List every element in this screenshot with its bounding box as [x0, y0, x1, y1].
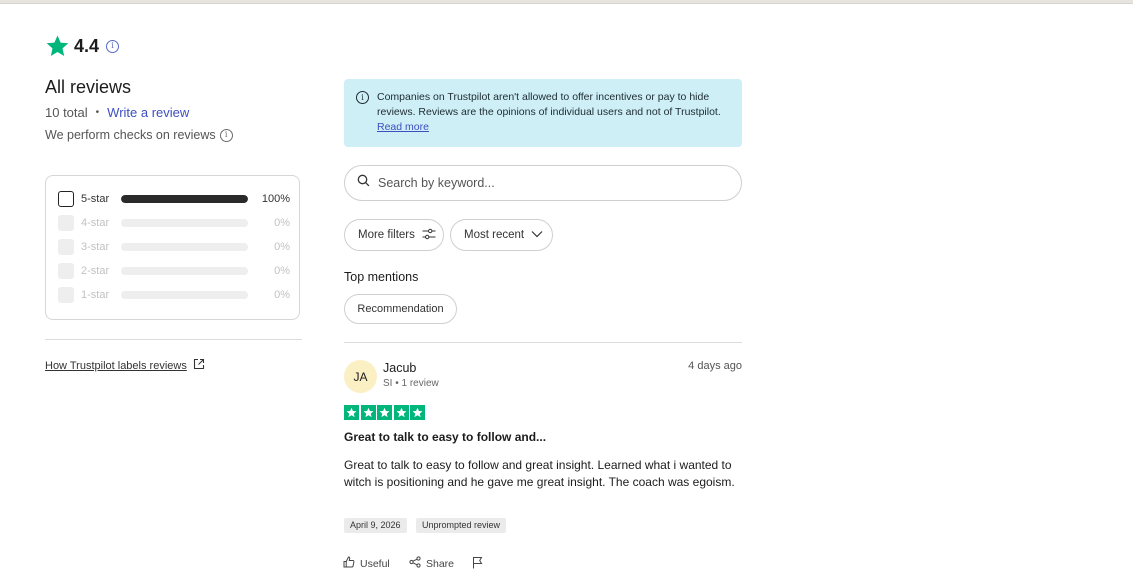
- sort-dropdown[interactable]: Most recent: [450, 219, 553, 251]
- distribution-row-1-star: 1-star 0%: [58, 286, 290, 304]
- review-title[interactable]: Great to talk to easy to follow and...: [344, 430, 546, 444]
- filter-checkbox: [58, 215, 74, 231]
- filter-checkbox: [58, 239, 74, 255]
- distribution-row-4-star: 4-star 0%: [58, 214, 290, 232]
- search-box[interactable]: [344, 165, 742, 201]
- review-body: Great to talk to easy to follow and grea…: [344, 458, 735, 489]
- distribution-bar: [121, 243, 248, 251]
- incentives-notice: i Companies on Trustpilot aren't allowed…: [344, 79, 742, 147]
- checks-info-icon[interactable]: i: [219, 128, 233, 142]
- review-date-tag: April 9, 2026: [344, 518, 407, 533]
- share-icon: [409, 556, 426, 571]
- mention-chip-recommendation[interactable]: Recommendation: [344, 294, 457, 324]
- reviewer-name[interactable]: Jacub: [383, 361, 416, 375]
- distribution-percent: 0%: [274, 265, 290, 277]
- distribution-percent: 0%: [274, 241, 290, 253]
- rating-distribution: 5-star 100% 4-star 0% 3-star 0% 2-star 0…: [45, 175, 300, 320]
- more-filters-button[interactable]: More filters: [344, 219, 444, 251]
- distribution-label: 1-star: [81, 289, 110, 301]
- labels-link-text: How Trustpilot labels reviews: [45, 359, 187, 372]
- star-icon: [45, 34, 70, 58]
- filter-sliders-icon: [415, 228, 436, 243]
- distribution-bar: [121, 195, 248, 203]
- review-relative-date: 4 days ago: [688, 360, 742, 372]
- top-mentions-title: Top mentions: [344, 270, 419, 284]
- write-review-link[interactable]: Write a review: [107, 105, 189, 120]
- distribution-bar: [121, 291, 248, 299]
- notice-text: Companies on Trustpilot aren't allowed t…: [377, 91, 721, 118]
- checks-text: We perform checks on reviews: [45, 128, 216, 142]
- distribution-percent: 100%: [261, 193, 290, 205]
- distribution-label: 5-star: [81, 193, 110, 205]
- unprompted-review-tag: Unprompted review: [416, 518, 507, 533]
- distribution-percent: 0%: [274, 217, 290, 229]
- divider: [45, 339, 302, 340]
- labels-link[interactable]: How Trustpilot labels reviews: [45, 358, 205, 373]
- notice-info-icon: i: [356, 91, 369, 104]
- star-icon: [377, 405, 392, 420]
- total-line: 10 total • Write a review: [45, 105, 189, 120]
- sort-label: Most recent: [464, 229, 525, 241]
- overall-rating: 4.4 i: [45, 34, 120, 58]
- useful-button[interactable]: Useful: [343, 556, 390, 571]
- divider: [344, 342, 742, 343]
- distribution-percent: 0%: [274, 289, 290, 301]
- distribution-label: 2-star: [81, 265, 110, 277]
- thumbs-up-icon: [343, 556, 360, 571]
- distribution-label: 3-star: [81, 241, 110, 253]
- search-input[interactable]: [376, 175, 720, 191]
- more-filters-label: More filters: [358, 229, 415, 241]
- share-label: Share: [426, 557, 455, 570]
- report-flag-button[interactable]: [472, 556, 489, 572]
- page-title: All reviews: [45, 77, 132, 97]
- flag-icon: [472, 556, 489, 572]
- filter-checkbox: [58, 263, 74, 279]
- star-icon: [344, 405, 359, 420]
- review-star-rating: [344, 405, 427, 420]
- filter-checkbox[interactable]: [58, 191, 74, 207]
- distribution-row-5-star[interactable]: 5-star 100%: [58, 190, 290, 208]
- total-count: 10 total: [45, 105, 88, 120]
- star-icon: [360, 405, 376, 420]
- external-link-icon: [187, 358, 205, 373]
- useful-label: Useful: [360, 557, 390, 570]
- chevron-down-icon: [524, 229, 543, 241]
- avatar[interactable]: JA: [344, 360, 377, 393]
- read-more-link[interactable]: Read more: [377, 121, 429, 133]
- search-icon: [357, 174, 370, 192]
- share-button[interactable]: Share: [409, 556, 454, 571]
- distribution-row-3-star: 3-star 0%: [58, 238, 290, 256]
- filter-checkbox: [58, 287, 74, 303]
- star-icon: [410, 405, 425, 420]
- checks-line: We perform checks on reviews i: [45, 128, 233, 142]
- distribution-label: 4-star: [81, 217, 110, 229]
- top-border: [0, 0, 1133, 4]
- distribution-bar-fill: [121, 195, 248, 203]
- separator-dot: •: [95, 107, 100, 118]
- distribution-bar: [121, 267, 248, 275]
- rating-value: 4.4: [74, 35, 100, 56]
- rating-info-icon[interactable]: i: [106, 39, 120, 53]
- reviewer-meta: SI • 1 review: [383, 378, 439, 389]
- distribution-row-2-star: 2-star 0%: [58, 262, 290, 280]
- distribution-bar: [121, 219, 248, 227]
- star-icon: [393, 405, 409, 420]
